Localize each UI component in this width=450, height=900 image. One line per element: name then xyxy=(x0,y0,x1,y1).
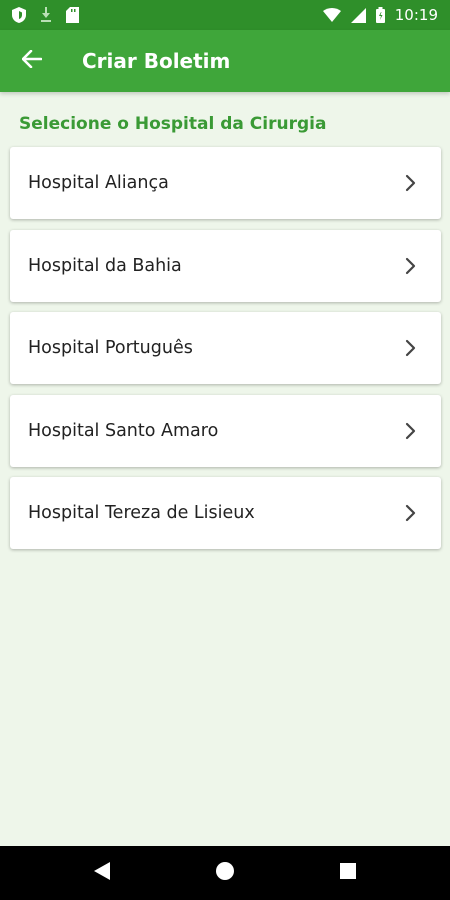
list-item[interactable]: Hospital Santo Amaro xyxy=(10,394,441,467)
home-circle-icon xyxy=(215,861,235,885)
nav-back-button[interactable] xyxy=(72,846,132,900)
recents-square-icon xyxy=(339,862,357,884)
status-right-icons: 10:19 xyxy=(322,6,438,24)
chevron-right-icon xyxy=(405,174,417,192)
section-title: Selecione o Hospital da Cirurgia xyxy=(19,114,327,134)
nav-home-button[interactable] xyxy=(195,846,255,900)
hospital-name: Hospital Santo Amaro xyxy=(28,420,219,441)
arrow-back-icon xyxy=(21,49,43,72)
page-title: Criar Boletim xyxy=(82,49,231,73)
battery-icon xyxy=(375,7,385,23)
list-item[interactable]: Hospital Tereza de Lisieux xyxy=(10,477,441,549)
chevron-right-icon xyxy=(405,504,417,522)
shield-icon xyxy=(12,7,26,23)
sd-card-icon xyxy=(66,7,79,23)
hospital-name: Hospital Aliança xyxy=(28,173,169,193)
main-content: Selecione o Hospital da Cirurgia Hospita… xyxy=(0,92,450,846)
hospital-list: Hospital Aliança Hospital da Bahia Hospi… xyxy=(10,147,441,560)
chevron-right-icon xyxy=(405,339,417,357)
status-left-icons xyxy=(12,7,79,23)
hospital-name: Hospital Português xyxy=(28,338,193,358)
list-item[interactable]: Hospital Português xyxy=(10,312,441,384)
hospital-name: Hospital Tereza de Lisieux xyxy=(28,503,255,523)
back-triangle-icon xyxy=(93,861,111,885)
signal-icon xyxy=(350,7,366,23)
app-bar: Criar Boletim xyxy=(0,30,450,92)
list-item[interactable]: Hospital Aliança xyxy=(10,147,441,219)
wifi-icon xyxy=(322,8,341,22)
hospital-name: Hospital da Bahia xyxy=(28,255,182,276)
status-time: 10:19 xyxy=(394,6,438,24)
system-nav-bar xyxy=(0,846,450,900)
nav-recents-button[interactable] xyxy=(318,846,378,900)
list-item[interactable]: Hospital da Bahia xyxy=(10,229,441,302)
chevron-right-icon xyxy=(405,257,417,275)
status-bar: 10:19 xyxy=(0,0,450,30)
download-icon xyxy=(40,7,52,23)
back-button[interactable] xyxy=(0,30,64,92)
chevron-right-icon xyxy=(405,422,417,440)
